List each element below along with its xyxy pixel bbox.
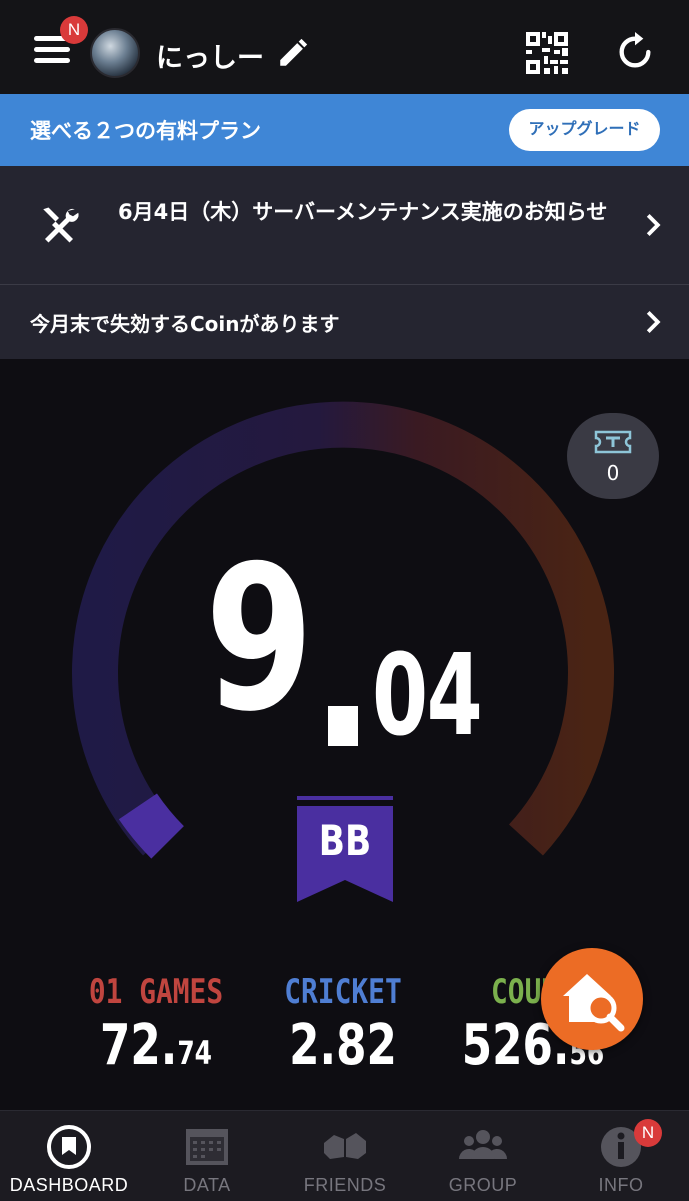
rating-integer: 9 [205, 523, 314, 756]
tab-label: DASHBOARD [9, 1175, 129, 1195]
dashboard-icon [47, 1125, 91, 1169]
ticket-button[interactable]: 0 [567, 413, 659, 499]
upgrade-button[interactable]: アップグレード [509, 109, 660, 151]
group-icon [459, 1130, 507, 1159]
rating-decimal: 04 [372, 631, 483, 761]
bottom-tab-bar: DASHBOARD DATA FRIENDS GROUP INFO N [0, 1110, 689, 1201]
tab-label: GROUP [448, 1175, 518, 1195]
stat-label-01-games: 01 GAMES [88, 972, 224, 1012]
banner-text: 選べる２つの有料プラン [30, 119, 261, 143]
calendar-icon [186, 1129, 228, 1165]
gauge-fill [118, 793, 185, 859]
tab-group[interactable]: GROUP [414, 1111, 552, 1201]
app-header: N にっしー [0, 14, 689, 94]
tab-info[interactable]: INFO N [552, 1111, 689, 1201]
tab-data[interactable]: DATA [138, 1111, 276, 1201]
tab-label: FRIENDS [303, 1175, 387, 1195]
home-search-icon [563, 974, 625, 1032]
coin-expiry-notice[interactable]: 今月末で失効するCoinがあります [0, 285, 689, 359]
chevron-right-icon [646, 214, 661, 236]
coin-expiry-text: 今月末で失効するCoinがあります [30, 312, 340, 336]
stat-value-cricket: 2.82 [289, 1013, 397, 1078]
username: にっしー [156, 43, 264, 74]
rank-label: BB [318, 816, 372, 865]
maintenance-notice-text: 6月4日（木）サーバーメンテナンス実施のお知らせ [118, 200, 608, 224]
qr-code-icon[interactable] [526, 32, 568, 74]
tab-label: DATA [183, 1175, 231, 1195]
edit-pencil-icon[interactable] [276, 36, 310, 70]
maintenance-notice[interactable]: 6月4日（木）サーバーメンテナンス実施のお知らせ [0, 166, 689, 284]
chevron-right-icon [646, 311, 661, 333]
ticket-icon [594, 430, 632, 454]
tab-dashboard[interactable]: DASHBOARD [0, 1111, 138, 1201]
stat-value-01-games: 72.74 [99, 1013, 213, 1078]
avatar[interactable] [90, 28, 140, 78]
rating-decimal-point [328, 706, 358, 746]
shop-search-button[interactable] [541, 948, 643, 1050]
friends-icon [324, 1133, 366, 1159]
tab-label: INFO [598, 1175, 644, 1195]
gauge-track [72, 401, 614, 856]
tools-icon [43, 207, 79, 243]
menu-notification-badge: N [60, 16, 88, 44]
stat-label-cricket: CRICKET [284, 972, 402, 1012]
ticket-count: 0 [606, 461, 620, 485]
tab-friends[interactable]: FRIENDS [276, 1111, 414, 1201]
reload-icon[interactable] [615, 32, 655, 72]
status-bar [0, 0, 689, 14]
premium-plan-banner[interactable]: 選べる２つの有料プラン アップグレード [0, 94, 689, 166]
info-notification-badge: N [634, 1119, 662, 1147]
